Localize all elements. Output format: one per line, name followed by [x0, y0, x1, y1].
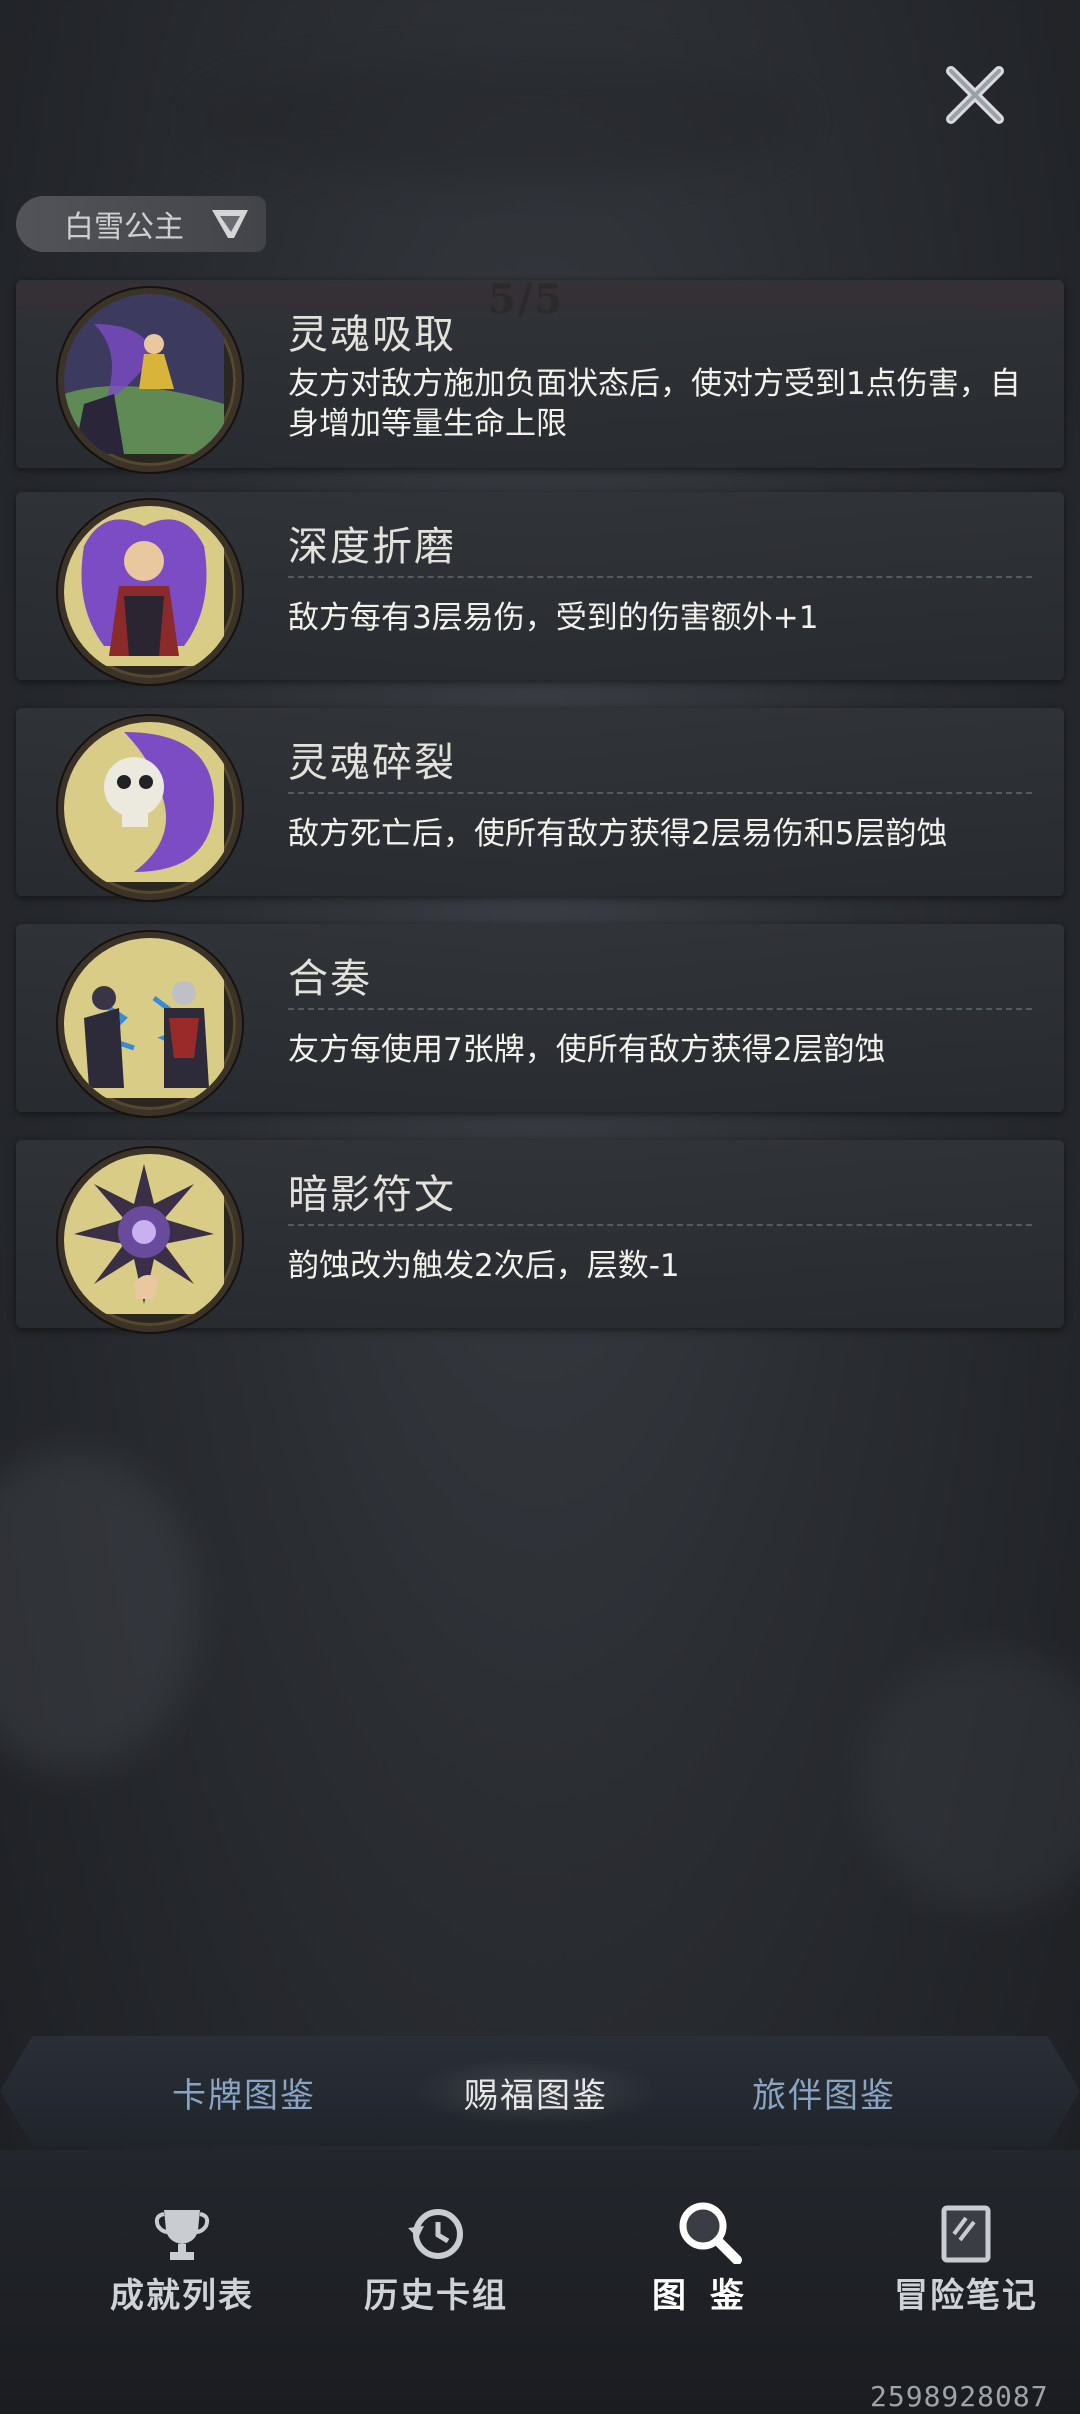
divider	[288, 1224, 1032, 1226]
blessing-portrait	[58, 500, 242, 684]
divider	[288, 576, 1032, 578]
nav-label: 冒险笔记	[894, 2276, 1038, 2316]
close-icon	[946, 66, 1004, 124]
blessing-portrait	[58, 932, 242, 1116]
trophy-icon	[154, 2210, 210, 2260]
blessing-portrait	[58, 716, 242, 900]
search-icon	[679, 2202, 742, 2264]
history-icon	[408, 2209, 463, 2259]
blessing-description: 敌方每有3层易伤，受到的伤害额外+1	[288, 600, 819, 636]
blessing-title: 灵魂吸取	[288, 312, 456, 358]
progress-count: 5/5	[488, 276, 565, 323]
blessing-description: 友方每使用7张牌，使所有敌方获得2层韵蚀	[288, 1032, 886, 1068]
character-tag[interactable]: 白雪公主	[16, 196, 266, 252]
blessing-description: 敌方死亡后，使所有敌方获得2层易伤和5层韵蚀	[288, 816, 948, 852]
blessing-portrait	[58, 1148, 242, 1332]
blessing-title: 灵魂碎裂	[288, 740, 456, 786]
nav-label: 成就列表	[110, 2276, 254, 2316]
blessing-description: 韵蚀改为触发2次后，层数-1	[288, 1248, 680, 1284]
background-decoration	[0, 1450, 200, 1770]
background-decoration	[200, 60, 800, 180]
close-button[interactable]	[940, 60, 1010, 130]
emblem-icon	[212, 210, 248, 238]
background-decoration	[860, 1650, 1080, 1910]
blessing-card[interactable]: 暗影符文 韵蚀改为触发2次后，层数-1	[16, 1140, 1064, 1332]
nav-history[interactable]: 历史卡组	[326, 2200, 546, 2317]
nav-achievements[interactable]: 成就列表	[72, 2200, 292, 2317]
divider	[288, 1008, 1032, 1010]
divider	[288, 792, 1032, 794]
tab-card-codex[interactable]: 卡牌图鉴	[172, 2068, 316, 2117]
watermark: 2598928087	[870, 2380, 1049, 2413]
blessing-title: 合奏	[288, 956, 372, 1002]
blessing-card[interactable]: 灵魂碎裂 敌方死亡后，使所有敌方获得2层易伤和5层韵蚀	[16, 708, 1064, 900]
blessing-title: 暗影符文	[288, 1172, 456, 1218]
notebook-icon	[941, 2205, 991, 2263]
nav-label: 历史卡组	[364, 2276, 508, 2316]
tab-companion-codex[interactable]: 旅伴图鉴	[752, 2068, 896, 2117]
blessing-description: 友方对敌方施加负面状态后，使对方受到1点伤害，自身增加等量生命上限	[288, 366, 1021, 442]
tab-blessing-codex[interactable]: 赐福图鉴	[464, 2068, 608, 2117]
character-name: 白雪公主	[64, 210, 184, 245]
nav-label: 图鉴	[652, 2276, 768, 2316]
nav-adventure-notes[interactable]: 冒险笔记	[856, 2200, 1076, 2317]
blessing-title: 深度折磨	[288, 524, 456, 570]
blessing-card[interactable]: 合奏 友方每使用7张牌，使所有敌方获得2层韵蚀	[16, 924, 1064, 1116]
blessing-card[interactable]: 深度折磨 敌方每有3层易伤，受到的伤害额外+1	[16, 492, 1064, 684]
blessing-portrait	[58, 288, 242, 472]
nav-codex[interactable]: 图鉴	[600, 2200, 820, 2317]
